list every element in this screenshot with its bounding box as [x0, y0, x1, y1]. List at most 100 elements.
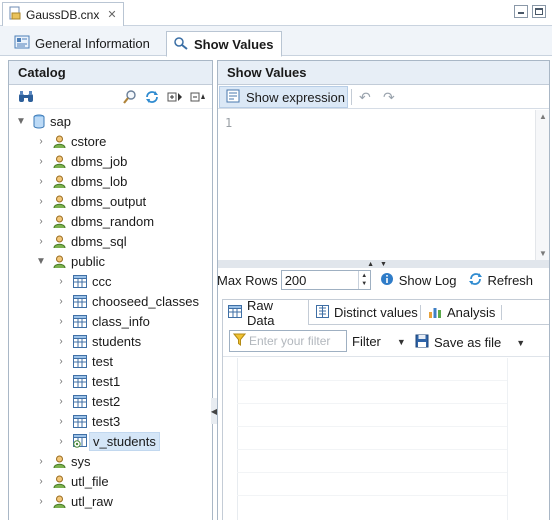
- tree-node-test[interactable]: › test: [55, 351, 113, 371]
- tree-node-test1[interactable]: › test1: [55, 371, 120, 391]
- table-icon: [73, 334, 87, 348]
- save-as-file-button[interactable]: Save as file ▼: [415, 334, 525, 351]
- redo-icon[interactable]: ↷: [383, 89, 395, 106]
- expression-icon: [226, 89, 240, 106]
- search-icon[interactable]: [122, 90, 138, 107]
- expression-editor[interactable]: 1 ▲ ▼: [218, 110, 549, 260]
- tree-node-public[interactable]: ▼ public: [35, 251, 105, 271]
- filter-input[interactable]: [249, 334, 345, 348]
- filter-label: Filter: [352, 334, 381, 349]
- table-icon: [73, 414, 87, 428]
- editor-result-splitter[interactable]: ▲ ▼: [218, 260, 549, 268]
- catalog-toolbar: [9, 85, 212, 109]
- table-icon: [73, 294, 87, 308]
- tree-node-label: v_students: [89, 431, 160, 451]
- chevron-right-icon[interactable]: ›: [55, 436, 67, 447]
- tree-node-test3[interactable]: › test3: [55, 411, 120, 431]
- stepper-arrows[interactable]: ▲ ▼: [357, 271, 370, 289]
- tree-node-sys[interactable]: › sys: [35, 451, 90, 471]
- splitter-grip[interactable]: ▲ ▼: [351, 260, 403, 268]
- max-rows-stepper[interactable]: 200 ▲ ▼: [280, 270, 371, 290]
- tree-node-utl-raw[interactable]: › utl_raw: [35, 491, 113, 511]
- tab-distinct-values[interactable]: Distinct values: [311, 300, 423, 325]
- window-controls: [514, 5, 546, 18]
- grid-right-edge: [507, 358, 508, 520]
- scroll-up-icon[interactable]: ▲: [539, 112, 547, 121]
- tree-node-label: sap: [50, 113, 71, 129]
- chevron-right-icon[interactable]: ›: [55, 416, 67, 427]
- minimize-button[interactable]: [514, 5, 528, 18]
- chevron-right-icon[interactable]: ›: [35, 476, 47, 487]
- chevron-right-icon[interactable]: ›: [55, 376, 67, 387]
- table-icon: [73, 314, 87, 328]
- schema-user-icon: [53, 215, 66, 228]
- binoculars-icon[interactable]: [18, 90, 34, 107]
- tree-node-test2[interactable]: › test2: [55, 391, 120, 411]
- tree-node-dbms-lob[interactable]: › dbms_lob: [35, 171, 127, 191]
- chevron-right-icon[interactable]: ›: [35, 156, 47, 167]
- scroll-down-icon[interactable]: ▼: [539, 249, 547, 258]
- tab-label: Analysis: [447, 305, 496, 320]
- tree-node-utl-file[interactable]: › utl_file: [35, 471, 108, 491]
- tree-node-sap[interactable]: ▼ sap: [15, 111, 71, 131]
- tree-node-label: ccc: [92, 273, 112, 289]
- chevron-right-icon[interactable]: ›: [55, 316, 67, 327]
- collapse-all-icon[interactable]: [190, 90, 206, 107]
- tree-node-label: public: [71, 253, 105, 269]
- distinct-icon: [316, 304, 329, 321]
- chevron-down-icon[interactable]: ▼: [15, 116, 27, 127]
- chevron-right-icon[interactable]: ›: [35, 136, 47, 147]
- expand-all-icon[interactable]: [167, 90, 183, 107]
- filter-dropdown-button[interactable]: Filter ▼: [352, 334, 406, 349]
- show-log-button[interactable]: Show Log: [380, 272, 457, 289]
- tree-node-chooseed-classes[interactable]: › chooseed_classes: [55, 291, 199, 311]
- chevron-down-icon[interactable]: ▼: [35, 256, 47, 267]
- chevron-right-icon[interactable]: ›: [35, 456, 47, 467]
- chevron-right-icon[interactable]: ›: [55, 356, 67, 367]
- grid-icon: [228, 304, 242, 321]
- filter-input-box[interactable]: [229, 330, 347, 352]
- tab-label: Show Values: [194, 36, 274, 52]
- tree-node-label: students: [92, 333, 142, 349]
- chevron-right-icon[interactable]: ›: [35, 496, 47, 507]
- refresh-label: Refresh: [487, 272, 534, 288]
- chevron-right-icon[interactable]: ›: [55, 296, 67, 307]
- close-icon[interactable]: ✕: [107, 8, 116, 21]
- refresh-button[interactable]: Refresh: [468, 272, 534, 289]
- tree-node-dbms-sql[interactable]: › dbms_sql: [35, 231, 126, 251]
- tree-node-label: class_info: [92, 313, 150, 329]
- chevron-down-icon[interactable]: ▼: [397, 337, 406, 347]
- show-expression-button[interactable]: Show expression: [219, 86, 348, 108]
- show-values-panel: Show Values Show expression ↶ ↷ 1 ▲ ▼ ▲ ▼…: [217, 60, 550, 520]
- undo-icon[interactable]: ↶: [359, 89, 371, 106]
- tab-label: Raw Data: [247, 297, 275, 328]
- tree-node-ccc[interactable]: › ccc: [55, 271, 112, 291]
- maximize-button[interactable]: [532, 5, 546, 18]
- tree-node-dbms-job[interactable]: › dbms_job: [35, 151, 127, 171]
- tab-raw-data[interactable]: Raw Data: [223, 297, 309, 328]
- chevron-right-icon[interactable]: ›: [35, 236, 47, 247]
- max-rows-value[interactable]: 200: [282, 273, 307, 288]
- tree-node-dbms-random[interactable]: › dbms_random: [35, 211, 154, 231]
- chevron-right-icon[interactable]: ›: [55, 276, 67, 287]
- chevron-right-icon[interactable]: ›: [35, 196, 47, 207]
- tree-node-dbms-output[interactable]: › dbms_output: [35, 191, 146, 211]
- chevron-right-icon[interactable]: ›: [55, 396, 67, 407]
- show-values-title: Show Values: [218, 61, 549, 85]
- sync-icon[interactable]: [144, 90, 160, 107]
- chevron-right-icon[interactable]: ›: [35, 176, 47, 187]
- chevron-down-icon[interactable]: ▼: [516, 338, 525, 348]
- raw-data-grid[interactable]: [223, 358, 550, 520]
- editor-tab-gaussdb[interactable]: GaussDB.cnx ✕: [2, 2, 124, 26]
- editor-scrollbar[interactable]: ▲ ▼: [535, 110, 549, 260]
- tab-analysis[interactable]: Analysis: [423, 300, 500, 325]
- chevron-right-icon[interactable]: ›: [35, 216, 47, 227]
- tree-node-cstore[interactable]: › cstore: [35, 131, 106, 151]
- tree-node-v-students[interactable]: › v_students: [55, 431, 160, 451]
- tab-show-values[interactable]: Show Values: [166, 31, 283, 57]
- tree-node-class-info[interactable]: › class_info: [55, 311, 150, 331]
- tab-general-information[interactable]: General Information: [8, 31, 158, 56]
- show-log-label: Show Log: [398, 272, 457, 288]
- tree-node-students[interactable]: › students: [55, 331, 141, 351]
- chevron-right-icon[interactable]: ›: [55, 336, 67, 347]
